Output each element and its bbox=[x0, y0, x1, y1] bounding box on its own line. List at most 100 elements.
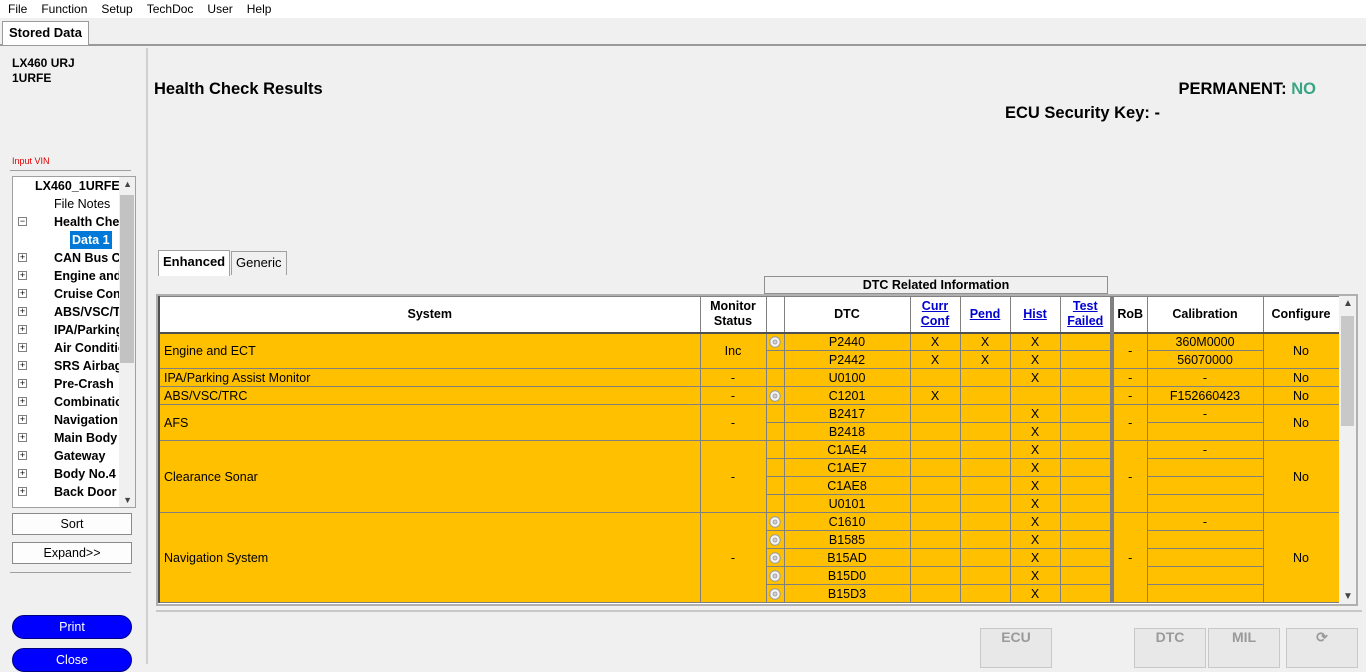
col-configure[interactable]: Configure bbox=[1262, 296, 1340, 334]
expand-icon[interactable]: + bbox=[18, 415, 27, 424]
dtc-cell[interactable]: C1AE4 bbox=[783, 440, 911, 459]
close-button[interactable]: Close bbox=[12, 648, 132, 672]
table-row[interactable]: ABS/VSC/TRC - C1201 X - F152660423 No bbox=[158, 386, 1340, 405]
input-vin-link[interactable]: Input VIN bbox=[12, 156, 50, 166]
pend-link[interactable]: Pend bbox=[970, 307, 1001, 321]
collapse-icon[interactable]: − bbox=[18, 217, 27, 226]
table-scrollbar[interactable]: ▲ ▼ bbox=[1339, 296, 1356, 604]
mil-icon[interactable]: MIL bbox=[1208, 628, 1280, 668]
tree-item[interactable]: + IPA/Parking Assist Monitor bbox=[13, 321, 121, 339]
col-calibration[interactable]: Calibration bbox=[1146, 296, 1264, 334]
data-tree[interactable]: LX460_1URFE File Notes − Health Check Dat… bbox=[12, 176, 136, 508]
col-rob[interactable]: RoB bbox=[1111, 296, 1148, 334]
print-button[interactable]: Print bbox=[12, 615, 132, 639]
test-failed-link[interactable]: Test Failed bbox=[1067, 299, 1103, 328]
tree-item[interactable]: + Pre-Crash bbox=[13, 375, 121, 393]
expand-icon[interactable]: + bbox=[18, 307, 27, 316]
scrollbar-thumb[interactable] bbox=[120, 195, 134, 363]
ecu-icon[interactable]: ECU bbox=[980, 628, 1052, 668]
system-cell[interactable]: AFS bbox=[158, 404, 701, 441]
expand-icon[interactable]: + bbox=[18, 289, 27, 298]
scroll-up-icon[interactable]: ▲ bbox=[1343, 298, 1353, 309]
expand-icon[interactable]: + bbox=[18, 253, 27, 262]
menu-user[interactable]: User bbox=[200, 2, 239, 16]
tab-generic[interactable]: Generic bbox=[231, 251, 287, 275]
dtc-cell[interactable]: U0100 bbox=[783, 368, 911, 387]
freeze-frame-icon[interactable] bbox=[765, 386, 785, 405]
scroll-down-icon[interactable]: ▼ bbox=[1343, 591, 1353, 602]
col-system[interactable]: System bbox=[158, 296, 701, 334]
dtc-cell[interactable]: P2442 bbox=[783, 350, 911, 369]
expand-icon[interactable]: + bbox=[18, 271, 27, 280]
dtc-cell[interactable]: C1AE8 bbox=[783, 476, 911, 495]
system-cell[interactable]: Clearance Sonar bbox=[158, 440, 701, 513]
tab-enhanced[interactable]: Enhanced bbox=[158, 250, 231, 276]
refresh-icon[interactable]: ⟳ bbox=[1286, 628, 1358, 668]
dtc-cell[interactable]: B15D0 bbox=[783, 566, 911, 585]
dtc-cell[interactable]: P2440 bbox=[783, 332, 911, 351]
tree-item[interactable]: + Body No.4 bbox=[13, 465, 121, 483]
menu-techdoc[interactable]: TechDoc bbox=[140, 2, 201, 16]
tree-item[interactable]: + Engine and ECT bbox=[13, 267, 121, 285]
tree-item[interactable]: + ABS/VSC/TRC bbox=[13, 303, 121, 321]
dtc-cell[interactable]: U0101 bbox=[783, 494, 911, 513]
tree-item[interactable]: + Cruise Control bbox=[13, 285, 121, 303]
dtc-timer-icon[interactable]: DTC bbox=[1134, 628, 1206, 668]
table-row[interactable]: Engine and ECT Inc P2440 X X X -360M0000 No bbox=[158, 332, 1340, 369]
expand-icon[interactable]: + bbox=[18, 343, 27, 352]
expand-icon[interactable]: + bbox=[18, 451, 27, 460]
freeze-frame-icon[interactable] bbox=[765, 530, 785, 549]
table-row[interactable]: Navigation System - C1610 X - - No bbox=[158, 512, 1340, 603]
tree-item[interactable]: + Gateway bbox=[13, 447, 121, 465]
menu-function[interactable]: Function bbox=[34, 2, 94, 16]
tree-item-file-notes[interactable]: File Notes bbox=[13, 195, 121, 213]
system-cell[interactable]: Engine and ECT bbox=[158, 332, 701, 369]
freeze-frame-icon[interactable] bbox=[765, 332, 785, 351]
expand-button[interactable]: Expand>> bbox=[12, 542, 132, 564]
dtc-cell[interactable]: C1201 bbox=[783, 386, 911, 405]
freeze-frame-icon[interactable] bbox=[765, 584, 785, 603]
table-row[interactable]: IPA/Parking Assist Monitor - U0100 X - - No bbox=[158, 368, 1340, 387]
dtc-cell[interactable]: B2417 bbox=[783, 404, 911, 423]
col-pend[interactable]: Pend bbox=[959, 296, 1011, 334]
dtc-cell[interactable]: B2418 bbox=[783, 422, 911, 441]
hist-link[interactable]: Hist bbox=[1023, 307, 1047, 321]
tree-item[interactable]: + Navigation System bbox=[13, 411, 121, 429]
dtc-cell[interactable]: B15D3 bbox=[783, 584, 911, 603]
expand-icon[interactable]: + bbox=[18, 379, 27, 388]
tree-item[interactable]: + Combination Meter bbox=[13, 393, 121, 411]
freeze-frame-icon[interactable] bbox=[765, 512, 785, 531]
expand-icon[interactable]: + bbox=[18, 325, 27, 334]
menu-file[interactable]: File bbox=[0, 2, 34, 16]
menu-setup[interactable]: Setup bbox=[94, 2, 139, 16]
freeze-frame-icon[interactable] bbox=[765, 548, 785, 567]
freeze-frame-icon[interactable] bbox=[765, 566, 785, 585]
menu-help[interactable]: Help bbox=[240, 2, 279, 16]
expand-icon[interactable]: + bbox=[18, 361, 27, 370]
col-dtc[interactable]: DTC bbox=[783, 296, 911, 334]
scrollbar-thumb[interactable] bbox=[1341, 316, 1354, 426]
tree-item[interactable]: + Back Door bbox=[13, 483, 121, 501]
dtc-cell[interactable]: C1AE7 bbox=[783, 458, 911, 477]
scroll-down-icon[interactable]: ▼ bbox=[123, 495, 132, 505]
tree-item-data[interactable]: Data 1 bbox=[13, 231, 121, 249]
system-cell[interactable]: Navigation System bbox=[158, 512, 701, 603]
tree-root[interactable]: LX460_1URFE bbox=[13, 177, 121, 195]
col-curr-conf[interactable]: Curr Conf bbox=[909, 296, 961, 334]
expand-icon[interactable]: + bbox=[18, 487, 27, 496]
expand-icon[interactable]: + bbox=[18, 433, 27, 442]
tree-item[interactable]: + Air Conditioner bbox=[13, 339, 121, 357]
tree-item[interactable]: + Main Body bbox=[13, 429, 121, 447]
scroll-up-icon[interactable]: ▲ bbox=[123, 179, 132, 189]
expand-icon[interactable]: + bbox=[18, 469, 27, 478]
dtc-cell[interactable]: C1610 bbox=[783, 512, 911, 531]
tree-item-health-check[interactable]: − Health Check bbox=[13, 213, 121, 231]
table-row[interactable]: Clearance Sonar - C1AE4 X - - No bbox=[158, 440, 1340, 513]
tree-scrollbar[interactable]: ▲ ▼ bbox=[119, 177, 135, 507]
tab-stored-data[interactable]: Stored Data bbox=[2, 21, 89, 45]
dtc-cell[interactable]: B15AD bbox=[783, 548, 911, 567]
col-monitor-status[interactable]: Monitor Status bbox=[699, 296, 767, 334]
system-cell[interactable]: ABS/VSC/TRC bbox=[158, 386, 701, 405]
system-cell[interactable]: IPA/Parking Assist Monitor bbox=[158, 368, 701, 387]
dtc-cell[interactable]: B1585 bbox=[783, 530, 911, 549]
